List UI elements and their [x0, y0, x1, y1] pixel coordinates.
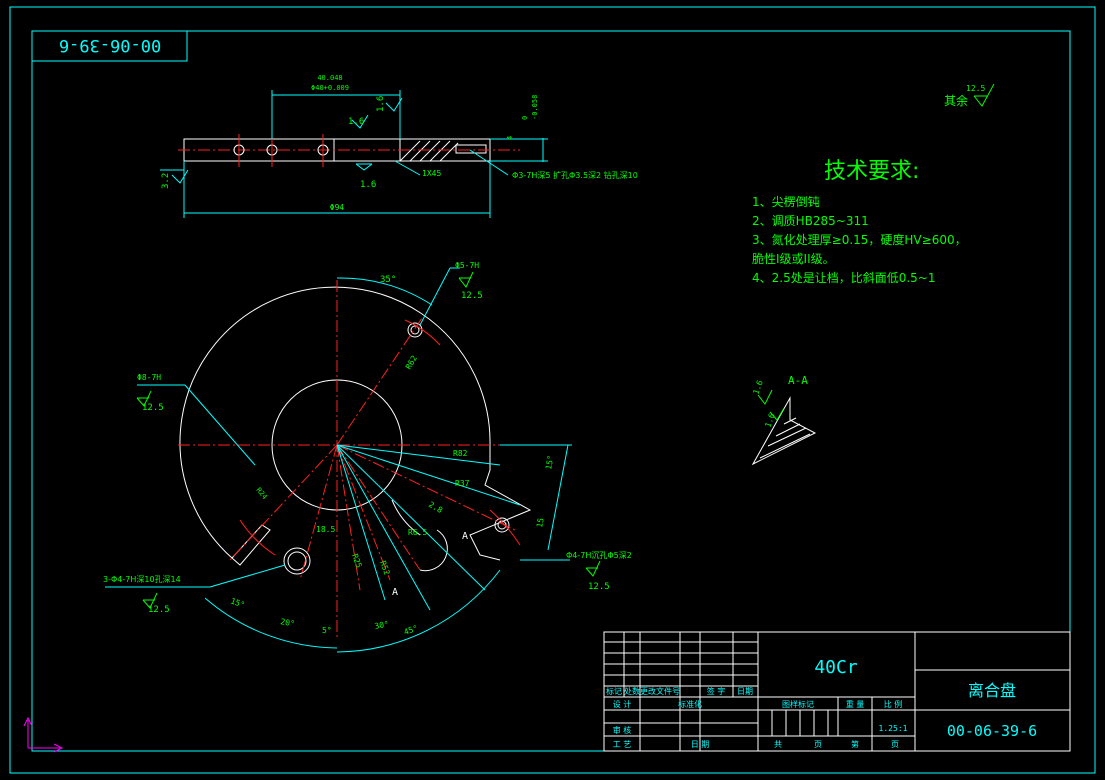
svg-text:A: A — [392, 587, 398, 598]
outer-border — [9, 6, 1096, 774]
svg-text:A-A: A-A — [788, 374, 808, 387]
centerlines — [178, 280, 516, 640]
svg-text:其余: 其余 — [944, 93, 968, 108]
svg-text:1、尖楞倒钝: 1、尖楞倒钝 — [752, 194, 820, 209]
svg-text:页: 页 — [814, 740, 822, 749]
part-name: 离合盘 — [968, 681, 1016, 700]
material: 40Cr — [814, 657, 858, 678]
dim-4: 4 — [506, 136, 514, 140]
roughness-1: 1.6 — [348, 117, 364, 127]
svg-text:2.8: 2.8 — [427, 500, 444, 515]
svg-text:30°: 30° — [374, 620, 390, 631]
svg-text:日期: 日期 — [737, 687, 753, 696]
svg-text:R25: R25 — [350, 553, 363, 570]
svg-text:12.5: 12.5 — [588, 582, 610, 592]
svg-text:工 艺: 工 艺 — [613, 740, 632, 749]
svg-text:R52: R52 — [378, 560, 391, 577]
svg-text:2、调质HB285~311: 2、调质HB285~311 — [752, 214, 869, 228]
drawing-canvas: 00-06-39-6 40.048 Φ40+0.009 0 -0.058 4 1… — [9, 6, 1096, 774]
ucs-icon — [23, 716, 64, 753]
svg-text:更改文件号: 更改文件号 — [640, 686, 680, 696]
drawing-no-text: 00-06-39-6 — [59, 35, 161, 55]
dim-tol-lower: -0.058 — [531, 95, 539, 120]
section-hatching — [399, 140, 459, 162]
hole-bottom-note: 3-Φ4-7H深10孔深14 — [103, 575, 181, 584]
svg-text:12.5: 12.5 — [966, 84, 985, 93]
svg-text:12.5: 12.5 — [148, 605, 170, 615]
svg-text:标记: 标记 — [606, 686, 622, 696]
svg-text:R37: R37 — [455, 479, 470, 488]
svg-text:重 量: 重 量 — [846, 699, 865, 709]
svg-text:页: 页 — [891, 740, 899, 749]
hole-note: Φ3-7H深5 扩孔Φ3.5深2 钻孔深10 — [512, 170, 638, 180]
svg-text:比 例: 比 例 — [884, 699, 903, 709]
dim-tol-upper: 0 — [521, 116, 529, 120]
dimension-lines — [105, 267, 572, 653]
svg-text:日 期: 日 期 — [691, 740, 710, 749]
svg-text:1.6: 1.6 — [763, 412, 776, 429]
svg-text:审 核: 审 核 — [613, 725, 632, 735]
dim-width-lower: Φ40+0.009 — [311, 84, 349, 92]
svg-text:18.5: 18.5 — [316, 525, 335, 534]
title-block-text: 40Cr 离合盘 00-06-39-6 1.25:1 标记 处数 更改文件号 签… — [606, 657, 1037, 749]
svg-text:标准化: 标准化 — [678, 699, 702, 709]
hole-right — [494, 517, 510, 533]
requirements-title: 技术要求: — [824, 159, 919, 184]
default-roughness: 其余 12.5 — [944, 83, 995, 108]
roughness-3: 1.6 — [360, 180, 376, 190]
hole-right-note: Φ4-7H沉孔Φ5深2 — [566, 551, 632, 560]
svg-text:图样标记: 图样标记 — [782, 699, 814, 709]
chamfer-note: 1X45 — [422, 169, 441, 178]
section-a-a: A-A 1.6 1.6 — [751, 374, 817, 466]
roughness-2: 1.6 — [376, 96, 386, 112]
dim-width-upper: 40.048 — [317, 74, 342, 82]
svg-text:R6.5: R6.5 — [408, 528, 427, 537]
svg-text:设 计: 设 计 — [613, 699, 632, 709]
svg-text:处数: 处数 — [624, 686, 640, 696]
svg-text:20°: 20° — [280, 617, 296, 628]
part-number: 00-06-39-6 — [947, 722, 1037, 740]
svg-text:签 字: 签 字 — [707, 686, 726, 696]
svg-text:3、氮化处理厚≥0.15，硬度HV≥600，: 3、氮化处理厚≥0.15，硬度HV≥600， — [752, 232, 967, 247]
svg-text:脆性I级或II级。: 脆性I级或II级。 — [752, 251, 835, 266]
hole-top-note: Φ5-7H — [455, 261, 479, 270]
svg-text:R82: R82 — [453, 449, 468, 458]
outer-arc — [179, 286, 491, 559]
svg-text:4、2.5处是让档，比斜面低0.5~1: 4、2.5处是让档，比斜面低0.5~1 — [752, 271, 936, 285]
hole-left-note: Φ8-7H — [137, 373, 161, 382]
top-view: 40.048 Φ40+0.009 0 -0.058 4 1.6 1.6 1.6 … — [160, 74, 638, 218]
svg-text:12.5: 12.5 — [461, 291, 483, 301]
scale: 1.25:1 — [879, 724, 908, 733]
roughness-left: 3.2 — [161, 173, 171, 189]
svg-text:12.5: 12.5 — [142, 403, 164, 413]
svg-text:共: 共 — [774, 740, 782, 749]
technical-requirements: 技术要求: 1、尖楞倒钝 2、调质HB285~311 3、氮化处理厚≥0.15，… — [752, 159, 967, 285]
angle-35: 35° — [380, 275, 396, 285]
svg-text:1.6: 1.6 — [751, 379, 764, 396]
dim-94: Φ94 — [330, 203, 345, 212]
svg-text:15°: 15° — [544, 455, 555, 471]
svg-text:第: 第 — [851, 739, 859, 749]
svg-text:15°: 15° — [229, 596, 246, 609]
svg-text:15: 15 — [535, 517, 546, 528]
svg-text:R62: R62 — [404, 354, 419, 371]
svg-text:5°: 5° — [322, 626, 332, 635]
svg-text:R24: R24 — [254, 486, 268, 501]
front-view: 35° Φ5-7H 12.5 Φ8-7H 12.5 R62 R82 R37 R6… — [103, 261, 632, 653]
svg-text:A: A — [462, 531, 468, 542]
